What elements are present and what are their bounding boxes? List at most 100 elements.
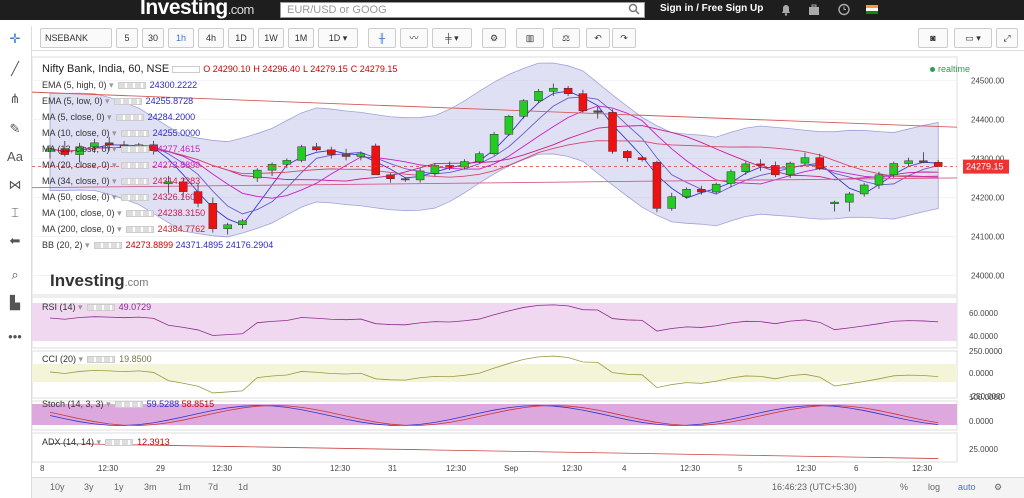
legend-value: 24273.8899 — [125, 240, 176, 250]
auto-toggle[interactable]: auto — [958, 482, 976, 492]
legend-name: Stoch (14, 3, 3) — [42, 399, 104, 409]
briefcase-icon[interactable] — [808, 3, 820, 16]
legend-stoch[interactable]: Stoch (14, 3, 3) ▾ 59.5288 58.8515 — [42, 399, 214, 410]
candle-body — [741, 163, 751, 172]
text-tool-icon[interactable]: Aa — [4, 146, 26, 168]
fib-tool-icon[interactable]: ⋔ — [4, 88, 26, 110]
clock-readout: 16:46:23 (UTC+5:30) — [772, 482, 857, 492]
legend-ind-4[interactable]: MA (13, close, 0) ▾ 24277.4615 — [42, 144, 200, 155]
interval-1h[interactable]: 1h — [168, 28, 194, 48]
legend-ind-8[interactable]: MA (100, close, 0) ▾ 24238.3150 — [42, 208, 205, 219]
india-flag-icon[interactable] — [866, 5, 878, 14]
legend-rsi[interactable]: RSI (14) ▾ 49.0729 — [42, 302, 151, 313]
candle-body — [504, 116, 514, 135]
log-toggle[interactable]: log — [928, 482, 940, 492]
interval-1d[interactable]: 1D — [228, 28, 254, 48]
legend-value: 24300.2222 — [149, 80, 198, 90]
drawing-tools-sidebar: ✛ ╱ ⋔ ✎ Aa ⋈ ⌶ ⬅ ⌕ ▙ ••• — [0, 26, 32, 498]
time-label: 4 — [622, 464, 627, 473]
search-input[interactable]: EUR/USD or GOOG — [280, 2, 645, 18]
candle-type-icon[interactable]: ╫ — [368, 28, 396, 48]
investing-watermark: Investing.com — [50, 271, 149, 290]
symbol-input[interactable]: NSEBANK — [40, 28, 112, 48]
range-select[interactable]: 1D ▾ — [318, 28, 358, 48]
candle-body — [652, 162, 662, 209]
zoom-icon[interactable]: ⌕ — [4, 264, 26, 286]
panel-frame-4 — [32, 432, 958, 463]
candle-body — [312, 146, 321, 151]
legend-value: 59.5288 — [146, 399, 182, 409]
interval-1m[interactable]: 1M — [288, 28, 314, 48]
chart-area[interactable]: 24500.00 24400.00 24300.00 24200.00 24100.00… — [32, 51, 1024, 498]
measure-icon[interactable]: ⌶ — [4, 202, 26, 224]
trend-line-icon[interactable]: ╱ — [4, 58, 26, 80]
layout-icon[interactable]: ▭ ▾ — [954, 28, 992, 48]
candle-body — [623, 151, 632, 158]
top-navigation-bar: Investing.com EUR/USD or GOOG Sign in / … — [0, 0, 1024, 20]
legend-name: MA (5, close, 0) — [42, 112, 105, 122]
clock-icon[interactable] — [838, 3, 850, 16]
search-icon[interactable] — [627, 3, 641, 15]
range-10y[interactable]: 10y — [50, 482, 65, 492]
legend-cci[interactable]: CCI (20) ▾ 19.8500 — [42, 354, 152, 365]
sign-in-link[interactable]: Sign in / Free Sign Up — [660, 3, 763, 14]
ohlc-open: O 24290.10 — [203, 64, 251, 74]
settings-gear-icon[interactable]: ⚙ — [482, 28, 506, 48]
legend-bb[interactable]: BB (20, 2) ▾ 24273.8899 24371.4895 24176.… — [42, 240, 273, 251]
legend-ind-5[interactable]: MA (20, close, 0) ▾ 24273.8899 — [42, 160, 200, 171]
pattern-icon[interactable]: ⋈ — [4, 174, 26, 196]
range-3y[interactable]: 3y — [84, 482, 94, 492]
time-label: 8 — [40, 464, 45, 473]
legend-ind-0[interactable]: EMA (5, high, 0) ▾ 24300.2222 — [42, 80, 197, 91]
indicator-tick-label: 250.0000 — [969, 347, 1003, 356]
investing-logo[interactable]: Investing.com — [140, 0, 254, 20]
brush-icon[interactable]: ✎ — [4, 118, 26, 140]
indicator-tick-label: 0.0000 — [969, 369, 994, 378]
bottom-settings-icon[interactable]: ⚙ — [994, 482, 1002, 493]
interval-1w[interactable]: 1W — [258, 28, 284, 48]
range-3m[interactable]: 3m — [144, 482, 157, 492]
bar-type-icon[interactable]: ╪ ▾ — [432, 28, 472, 48]
legend-name: ADX (14, 14) — [42, 437, 95, 447]
legend-ind-7[interactable]: MA (50, close, 0) ▾ 24326.1600 — [42, 192, 200, 203]
range-1d[interactable]: 1d — [238, 482, 248, 492]
candle-body — [489, 134, 499, 155]
bell-icon[interactable] — [780, 3, 792, 16]
legend-ind-6[interactable]: MA (34, close, 0) ▾ 24314.2383 — [42, 176, 200, 187]
fullscreen-icon[interactable]: ⤢ — [996, 28, 1018, 48]
legend-value: 58.8515 — [181, 399, 215, 409]
line-type-icon[interactable]: 〰 — [400, 28, 428, 48]
crosshair-icon[interactable]: ✛ — [4, 28, 26, 50]
legend-ind-9[interactable]: MA (200, close, 0) ▾ 24384.7762 — [42, 224, 205, 235]
percent-toggle[interactable]: % — [900, 482, 908, 492]
time-label: Sep — [504, 464, 519, 473]
camera-icon[interactable]: ◙ — [918, 28, 948, 48]
time-label: 12:30 — [446, 464, 467, 473]
interval-4h[interactable]: 4h — [198, 28, 224, 48]
legend-ind-2[interactable]: MA (5, close, 0) ▾ 24284.2000 — [42, 112, 195, 123]
candle-body — [460, 161, 469, 168]
indicators-icon[interactable]: ▥ — [516, 28, 544, 48]
interval-5[interactable]: 5 — [116, 28, 138, 48]
interval-30[interactable]: 30 — [142, 28, 164, 48]
redo-icon[interactable]: ↷ — [612, 28, 636, 48]
compare-icon[interactable]: ⚖ — [552, 28, 580, 48]
candle-body — [563, 87, 573, 94]
stats-icon[interactable]: ▙ — [4, 292, 26, 314]
time-label: 31 — [388, 464, 397, 473]
candle-body — [874, 174, 884, 186]
legend-ind-3[interactable]: MA (10, close, 0) ▾ 24255.0000 — [42, 128, 200, 139]
undo-icon[interactable]: ↶ — [586, 28, 610, 48]
realtime-indicator: realtime — [930, 64, 970, 74]
range-1y[interactable]: 1y — [114, 482, 124, 492]
range-7d[interactable]: 7d — [208, 482, 218, 492]
time-label: 5 — [738, 464, 743, 473]
range-1m[interactable]: 1m — [178, 482, 191, 492]
more-icon[interactable]: ••• — [4, 326, 26, 348]
legend-ind-1[interactable]: EMA (5, low, 0) ▾ 24255.8728 — [42, 96, 193, 107]
candle-body — [415, 170, 425, 181]
chart-title: Nifty Bank, India, 60, NSE — [42, 63, 170, 75]
candle-body — [800, 157, 810, 164]
legend-adx[interactable]: ADX (14, 14) ▾ 12.3913 — [42, 437, 170, 448]
arrow-left-icon[interactable]: ⬅ — [4, 230, 26, 252]
